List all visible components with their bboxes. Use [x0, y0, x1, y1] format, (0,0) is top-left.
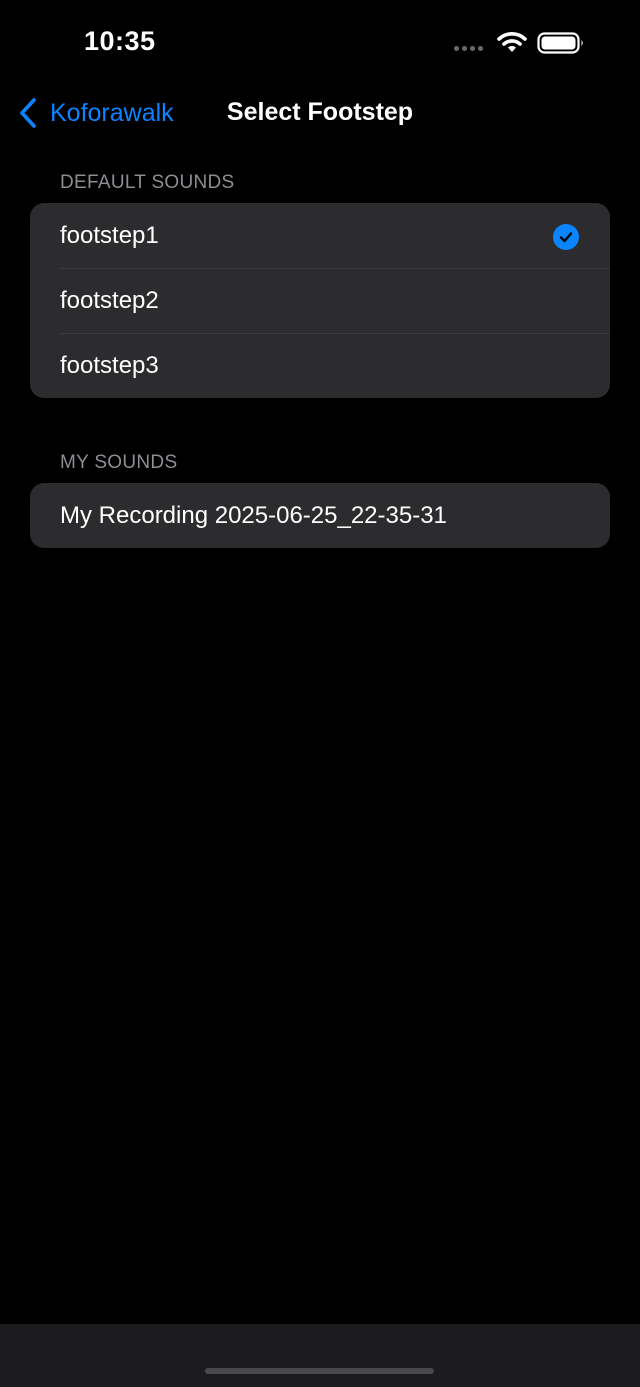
list-item-footstep2[interactable]: footstep2	[30, 268, 610, 333]
back-button[interactable]: Koforawalk	[18, 96, 174, 130]
list-item-label: footstep2	[60, 286, 159, 314]
battery-icon	[537, 32, 583, 54]
list-item-label: My Recording 2025-06-25_22-35-31	[60, 501, 447, 529]
checkmark-circle-icon	[553, 224, 579, 250]
cellular-signal-icon	[454, 46, 483, 51]
section-header-my-sounds: MY SOUNDS	[60, 452, 178, 473]
section-header-default-sounds: DEFAULT SOUNDS	[60, 172, 235, 193]
status-time: 10:35	[84, 26, 156, 56]
list-item-label: footstep3	[60, 351, 159, 379]
back-button-label: Koforawalk	[50, 98, 174, 127]
navigation-bar: Koforawalk Select Footstep	[0, 88, 640, 138]
list-item-footstep3[interactable]: footstep3	[30, 333, 610, 398]
status-bar: 10:35	[0, 0, 640, 88]
home-indicator[interactable]	[205, 1368, 434, 1374]
list-item-footstep1[interactable]: footstep1	[30, 203, 610, 268]
my-sounds-list: My Recording 2025-06-25_22-35-31	[30, 483, 610, 548]
list-item-label: footstep1	[60, 221, 159, 249]
default-sounds-list: footstep1 footstep2 footstep3	[30, 203, 610, 398]
bottom-bar	[0, 1324, 640, 1387]
list-item-my-recording[interactable]: My Recording 2025-06-25_22-35-31	[30, 483, 610, 548]
wifi-icon	[497, 32, 527, 52]
chevron-left-icon	[20, 98, 36, 128]
